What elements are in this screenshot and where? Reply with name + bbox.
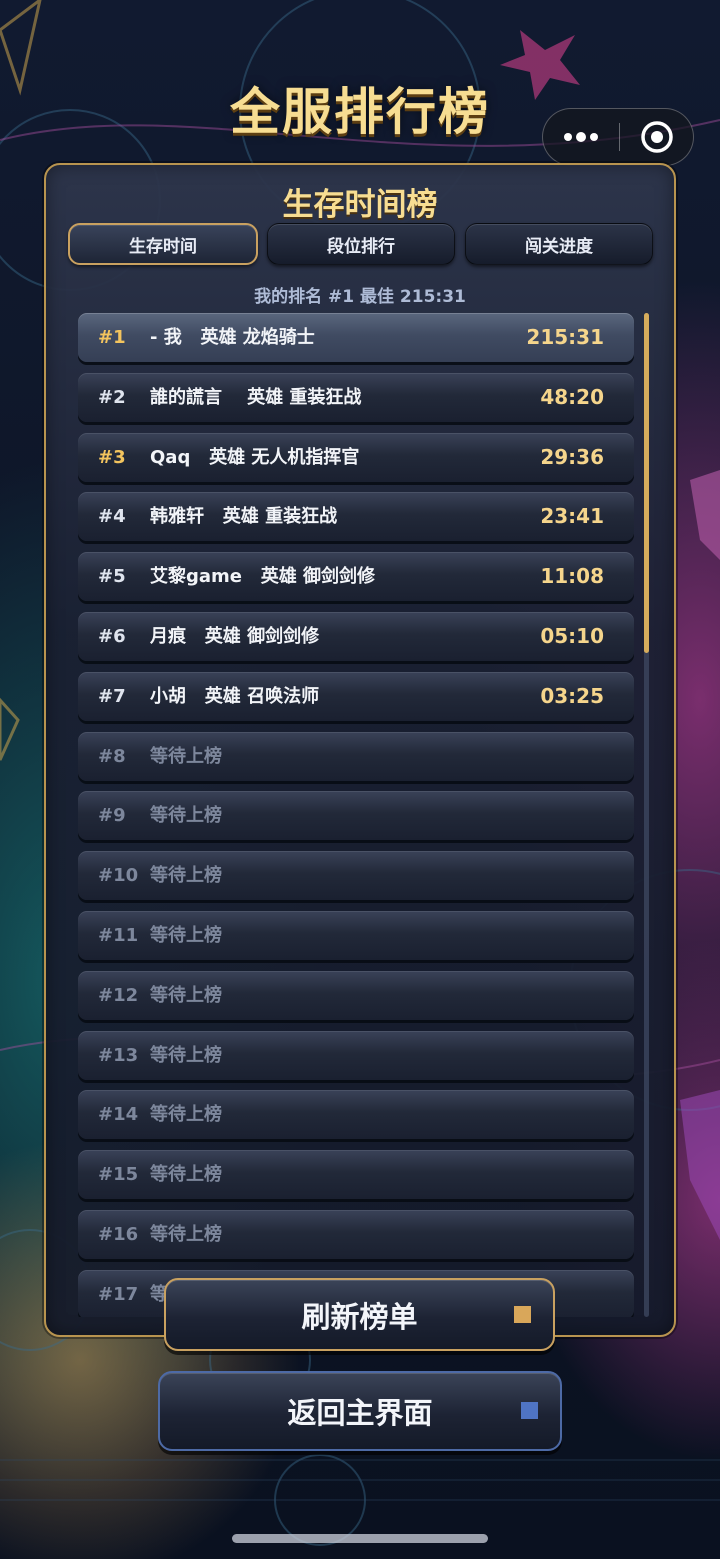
refresh-leaderboard-button[interactable]: 刷新榜单 xyxy=(164,1278,555,1351)
row-rank: #12 xyxy=(98,984,139,1006)
row-rank: #8 xyxy=(98,745,126,767)
row-survival-time: 11:08 xyxy=(540,564,604,589)
row-survival-time: 05:10 xyxy=(540,624,604,648)
row-rank: #17 xyxy=(98,1283,139,1305)
row-player-name: 月痕 英雄 御剑剑修 xyxy=(150,626,320,647)
row-rank: #15 xyxy=(98,1164,139,1186)
gold-square-icon xyxy=(514,1305,531,1323)
row-survival-time: 215:31 xyxy=(526,325,604,349)
leaderboard-panel: 生存时间榜 生存时间 段位排行 闯关进度 我的排名 #1 最佳 215:31 #… xyxy=(44,163,676,1337)
leaderboard-row[interactable]: #3 Qaq 英雄 无人机指挥官 29:36 xyxy=(78,432,634,482)
blue-square-icon xyxy=(521,1402,538,1419)
row-player-name: 等待上榜 xyxy=(150,984,222,1006)
leaderboard-row[interactable]: #9 等待上榜 xyxy=(78,791,634,841)
leaderboard-row[interactable]: #16 等待上榜 xyxy=(78,1210,634,1259)
more-dots-icon xyxy=(564,132,598,142)
row-rank: #13 xyxy=(98,1044,139,1066)
row-rank: #1 xyxy=(98,327,126,348)
row-rank: #14 xyxy=(98,1104,139,1126)
mini-program-capsule[interactable] xyxy=(542,108,694,166)
row-rank: #7 xyxy=(98,685,126,707)
close-button[interactable] xyxy=(620,109,694,165)
row-rank: #4 xyxy=(98,506,126,528)
row-rank: #6 xyxy=(98,626,126,647)
panel-title: 生存时间榜 xyxy=(282,187,438,223)
leaderboard-row[interactable]: #15 等待上榜 xyxy=(78,1150,634,1200)
row-player-name: 等待上榜 xyxy=(150,1164,222,1186)
row-player-name: 艾黎game 英雄 御剑剑修 xyxy=(150,566,376,588)
row-rank: #3 xyxy=(98,446,126,468)
my-rank-summary: 我的排名 #1 最佳 215:31 xyxy=(254,287,466,307)
row-player-name: 等待上榜 xyxy=(150,1104,222,1126)
row-player-name: 韩雅轩 英雄 重装狂战 xyxy=(150,506,338,528)
tab-rank-tier[interactable]: 段位排行 xyxy=(267,223,455,265)
row-survival-time: 29:36 xyxy=(540,444,604,469)
row-rank: #9 xyxy=(98,805,126,827)
row-rank: #5 xyxy=(98,566,126,588)
row-player-name: 等待上榜 xyxy=(150,1044,222,1066)
row-rank: #10 xyxy=(98,865,139,887)
scrollbar[interactable] xyxy=(644,313,649,1317)
target-circle-icon xyxy=(641,121,673,153)
leaderboard-row[interactable]: #8 等待上榜 xyxy=(78,731,634,781)
row-player-name: Qaq 英雄 无人机指挥官 xyxy=(150,446,360,468)
leaderboard-row[interactable]: #11 等待上榜 xyxy=(78,911,634,960)
row-player-name: 小胡 英雄 召唤法师 xyxy=(150,685,320,707)
home-indicator xyxy=(232,1534,488,1543)
row-player-name: - 我 英雄 龙焰骑士 xyxy=(150,327,315,348)
tab-stage-progress[interactable]: 闯关进度 xyxy=(465,223,653,265)
leaderboard-row[interactable]: #13 等待上榜 xyxy=(78,1030,634,1080)
leaderboard-list[interactable]: #1 - 我 英雄 龙焰骑士 215:31 #2 誰的謊言 英雄 重装狂战 48:20 #3… xyxy=(76,311,638,1317)
row-survival-time: 23:41 xyxy=(540,504,604,529)
leaderboard-row[interactable]: #14 等待上榜 xyxy=(78,1090,634,1140)
leaderboard-row[interactable]: #6 月痕 英雄 御剑剑修 05:10 xyxy=(78,612,634,661)
row-survival-time: 03:25 xyxy=(540,683,604,708)
leaderboard-row[interactable]: #12 等待上榜 xyxy=(78,970,634,1020)
row-player-name: 等待上榜 xyxy=(150,805,222,827)
leaderboard-row[interactable]: #10 等待上榜 xyxy=(78,851,634,901)
row-player-name: 等待上榜 xyxy=(150,1224,222,1245)
row-rank: #11 xyxy=(98,925,139,946)
row-player-name: 等待上榜 xyxy=(150,745,222,767)
row-player-name: 等待上榜 xyxy=(150,865,222,887)
leaderboard-row[interactable]: #4 韩雅轩 英雄 重装狂战 23:41 xyxy=(78,492,634,542)
row-player-name: 等待上榜 xyxy=(150,925,222,946)
row-player-name: 誰的謊言 英雄 重装狂战 xyxy=(150,386,362,408)
row-rank: #2 xyxy=(98,386,126,408)
return-main-menu-button[interactable]: 返回主界面 xyxy=(158,1371,562,1451)
leaderboard-row[interactable]: #7 小胡 英雄 召唤法师 03:25 xyxy=(78,671,634,721)
leaderboard-row[interactable]: #1 - 我 英雄 龙焰骑士 215:31 xyxy=(78,313,634,362)
row-rank: #16 xyxy=(98,1224,139,1245)
row-survival-time: 48:20 xyxy=(540,384,604,409)
leaderboard-row[interactable]: #5 艾黎game 英雄 御剑剑修 11:08 xyxy=(78,552,634,602)
back-button-label: 返回主界面 xyxy=(287,1396,433,1430)
refresh-button-label: 刷新榜单 xyxy=(301,1299,418,1334)
tab-survival-time[interactable]: 生存时间 xyxy=(68,223,258,265)
more-menu-button[interactable] xyxy=(543,109,619,165)
leaderboard-row[interactable]: #2 誰的謊言 英雄 重装狂战 48:20 xyxy=(78,372,634,422)
scrollbar-thumb[interactable] xyxy=(644,313,649,653)
